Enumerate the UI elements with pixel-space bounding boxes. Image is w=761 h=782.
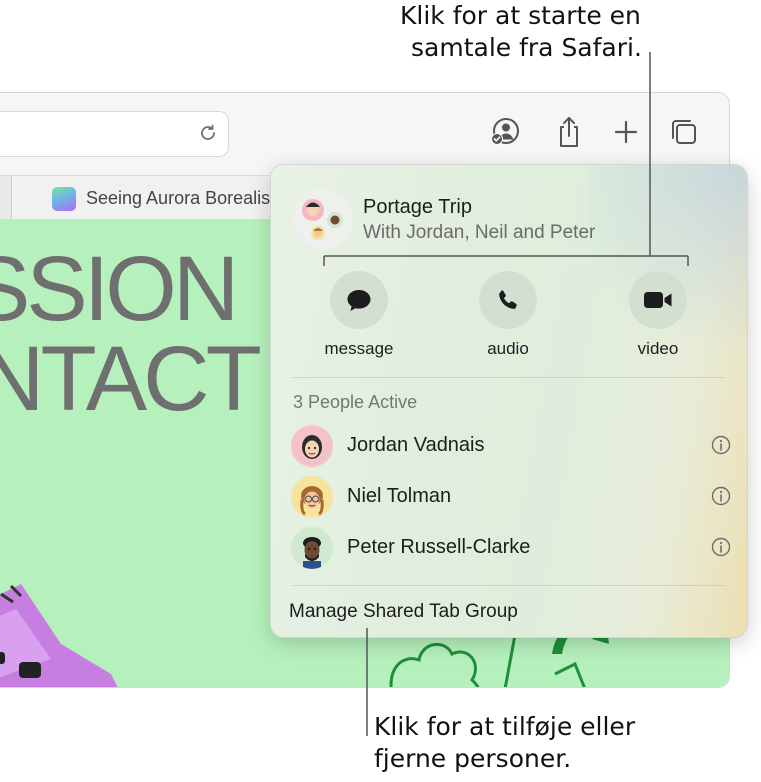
people-active-header: 3 People Active xyxy=(293,392,418,412)
page-heading-line2: NTACT xyxy=(0,328,262,430)
callout-top-line2: samtale fra Safari. xyxy=(411,33,642,62)
avatar-niel xyxy=(291,476,333,518)
person-row-niel[interactable]: Niel Tolman xyxy=(291,475,731,519)
page-illustration-bag xyxy=(0,584,118,687)
person-name: Jordan Vadnais xyxy=(347,434,485,456)
divider-people xyxy=(293,585,725,586)
group-title: Portage Trip xyxy=(363,196,472,218)
video-camera-icon xyxy=(644,292,672,308)
avatar-peter xyxy=(291,527,333,569)
callout-top-line1: Klik for at starte en xyxy=(400,1,641,30)
phone-icon xyxy=(499,290,517,309)
tab-favicon xyxy=(52,187,76,211)
avatar-jordan xyxy=(291,425,333,467)
audio-label: audio xyxy=(487,339,529,358)
info-icon[interactable] xyxy=(711,435,731,455)
page-heading-line1: SSION xyxy=(0,238,239,340)
callout-start-conversation: Klik for at starte en samtale fra Safari… xyxy=(400,0,690,64)
address-bar[interactable] xyxy=(0,111,229,157)
tab-title: Seeing Aurora Borealis xyxy=(86,188,271,208)
group-avatar xyxy=(293,189,353,249)
share-icon[interactable] xyxy=(552,115,586,149)
person-row-jordan[interactable]: Jordan Vadnais xyxy=(291,424,731,468)
toolbar xyxy=(0,93,729,175)
person-name: Peter Russell-Clarke xyxy=(347,536,531,558)
callout-bottom-line1: Klik for at tilføje eller xyxy=(374,712,636,741)
person-row-peter[interactable]: Peter Russell-Clarke xyxy=(291,526,731,570)
message-button[interactable]: message xyxy=(304,271,414,359)
info-icon[interactable] xyxy=(711,537,731,557)
callout-bottom-line2: fjerne personer. xyxy=(374,744,572,773)
info-icon[interactable] xyxy=(711,486,731,506)
message-bubble-icon xyxy=(347,290,371,311)
divider-actions xyxy=(293,377,725,378)
share-with-people-icon[interactable] xyxy=(487,115,521,149)
callout-add-remove-people: Klik for at tilføje eller fjerne persone… xyxy=(374,711,674,775)
tab-aurora[interactable]: Seeing Aurora Borealis xyxy=(11,176,312,220)
audio-button[interactable]: audio xyxy=(453,271,563,359)
tab-overview-icon[interactable] xyxy=(667,115,701,149)
new-tab-plus-icon[interactable] xyxy=(609,115,643,149)
reload-icon[interactable] xyxy=(196,121,220,145)
person-name: Niel Tolman xyxy=(347,485,452,507)
group-memoji-icon xyxy=(302,199,343,240)
group-members: With Jordan, Neil and Peter xyxy=(363,222,596,243)
shareplay-popover: Portage Trip With Jordan, Neil and Peter… xyxy=(270,164,748,638)
video-label: video xyxy=(637,339,679,358)
message-label: message xyxy=(324,339,394,358)
video-button[interactable]: video xyxy=(603,271,713,359)
manage-shared-tab-group-button[interactable]: Manage Shared Tab Group xyxy=(289,601,518,623)
